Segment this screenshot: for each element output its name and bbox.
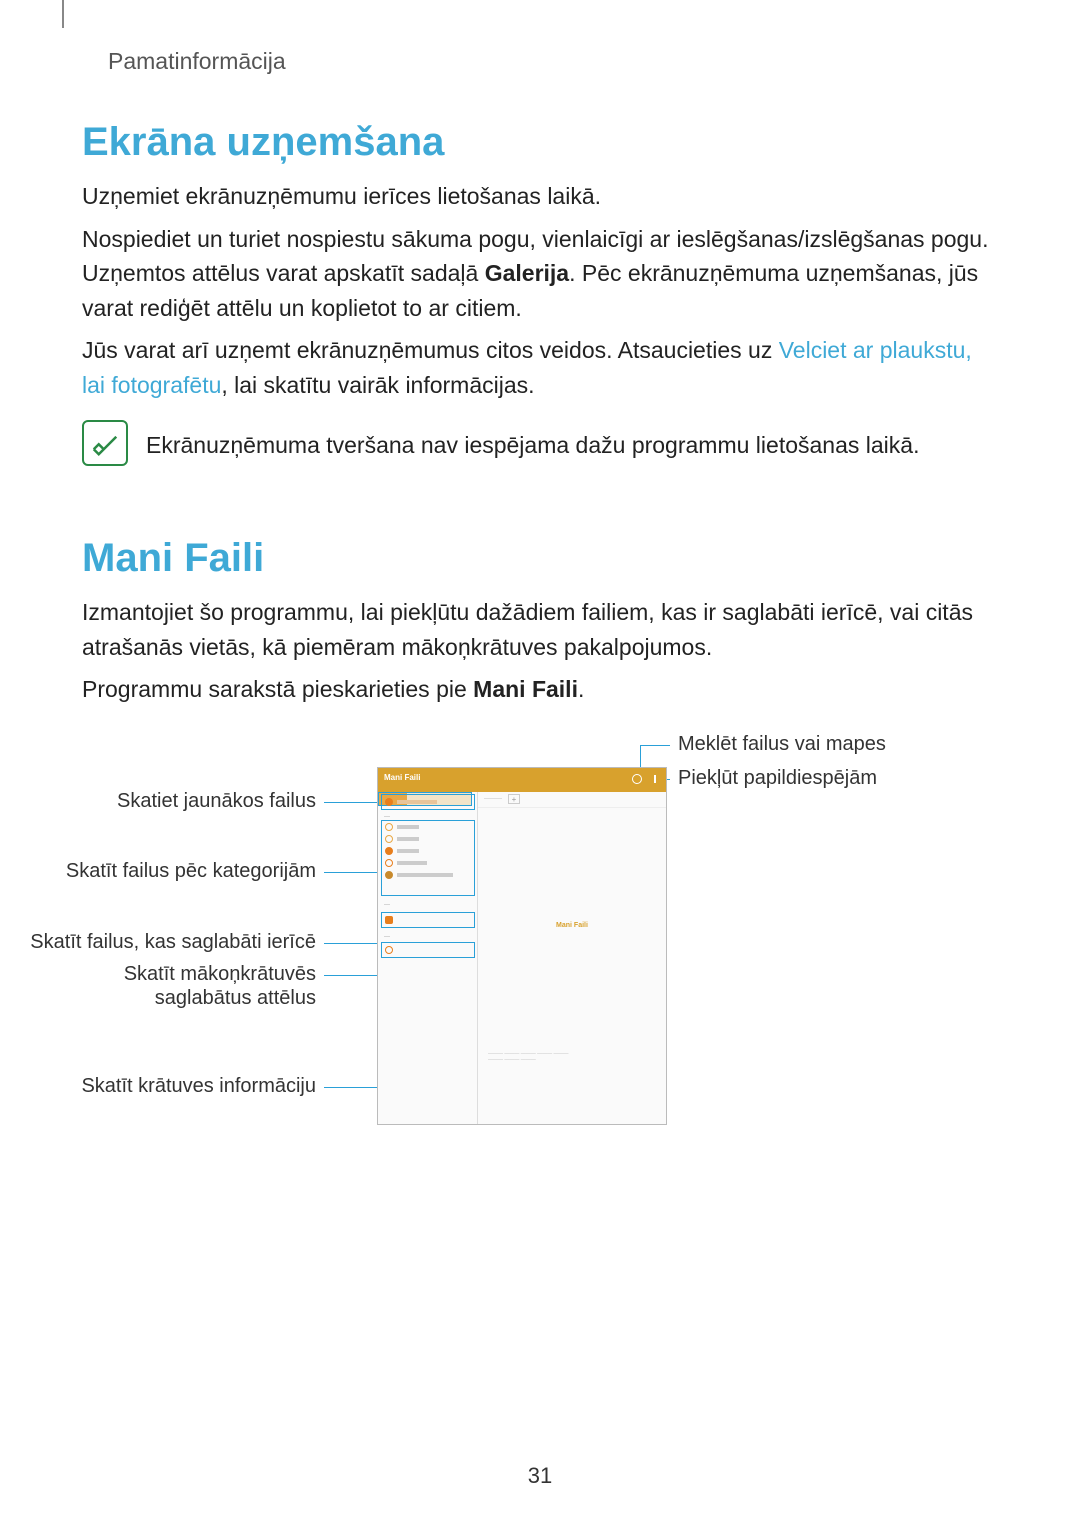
callout-cloud-1: Skatīt mākoņkrātuvēs — [102, 963, 316, 986]
paragraph: Nospiediet un turiet nospiestu sākuma po… — [82, 222, 998, 326]
categories-box — [381, 820, 475, 896]
callout-recent: Skatiet jaunākos failus — [92, 790, 316, 813]
callout-categories: Skatīt failus pēc kategorijām — [42, 860, 316, 883]
paragraph: Uzņemiet ekrānuzņēmumu ierīces lietošana… — [82, 179, 998, 214]
paragraph: Izmantojiet šo programmu, lai piekļūtu d… — [82, 595, 998, 664]
callout-options: Piekļūt papildiespējām — [678, 767, 877, 790]
search-icon — [632, 774, 642, 784]
note-text: Ekrānuzņēmuma tveršana nav iespējama daž… — [146, 420, 919, 463]
more-icon — [650, 774, 660, 784]
add-button: + — [508, 794, 520, 804]
my-files-diagram: Meklēt failus vai mapes Piekļūt papildie… — [82, 737, 998, 1157]
note-icon — [82, 420, 128, 466]
breadcrumb: Pamatinformācija — [108, 48, 286, 75]
callout-search: Meklēt failus vai mapes — [678, 733, 886, 756]
section-title-screenshot: Ekrāna uzņemšana — [82, 120, 998, 165]
phone-mock: Mani Faili — — [377, 767, 667, 1125]
recent-files-row — [381, 794, 475, 810]
local-storage-row — [381, 912, 475, 928]
cloud-storage-row — [381, 942, 475, 958]
callout-local: Skatīt failus, kas saglabāti ierīcē — [2, 931, 316, 954]
callout-cloud-2: saglabātus attēlus — [102, 987, 316, 1010]
section-title-myfiles: Mani Faili — [82, 536, 998, 581]
page-number: 31 — [0, 1463, 1080, 1489]
paragraph: Jūs varat arī uzņemt ekrānuzņēmumus cito… — [82, 333, 998, 402]
callout-storage: Skatīt krātuves informāciju — [52, 1075, 316, 1098]
paragraph: Programmu sarakstā pieskarieties pie Man… — [82, 672, 998, 707]
